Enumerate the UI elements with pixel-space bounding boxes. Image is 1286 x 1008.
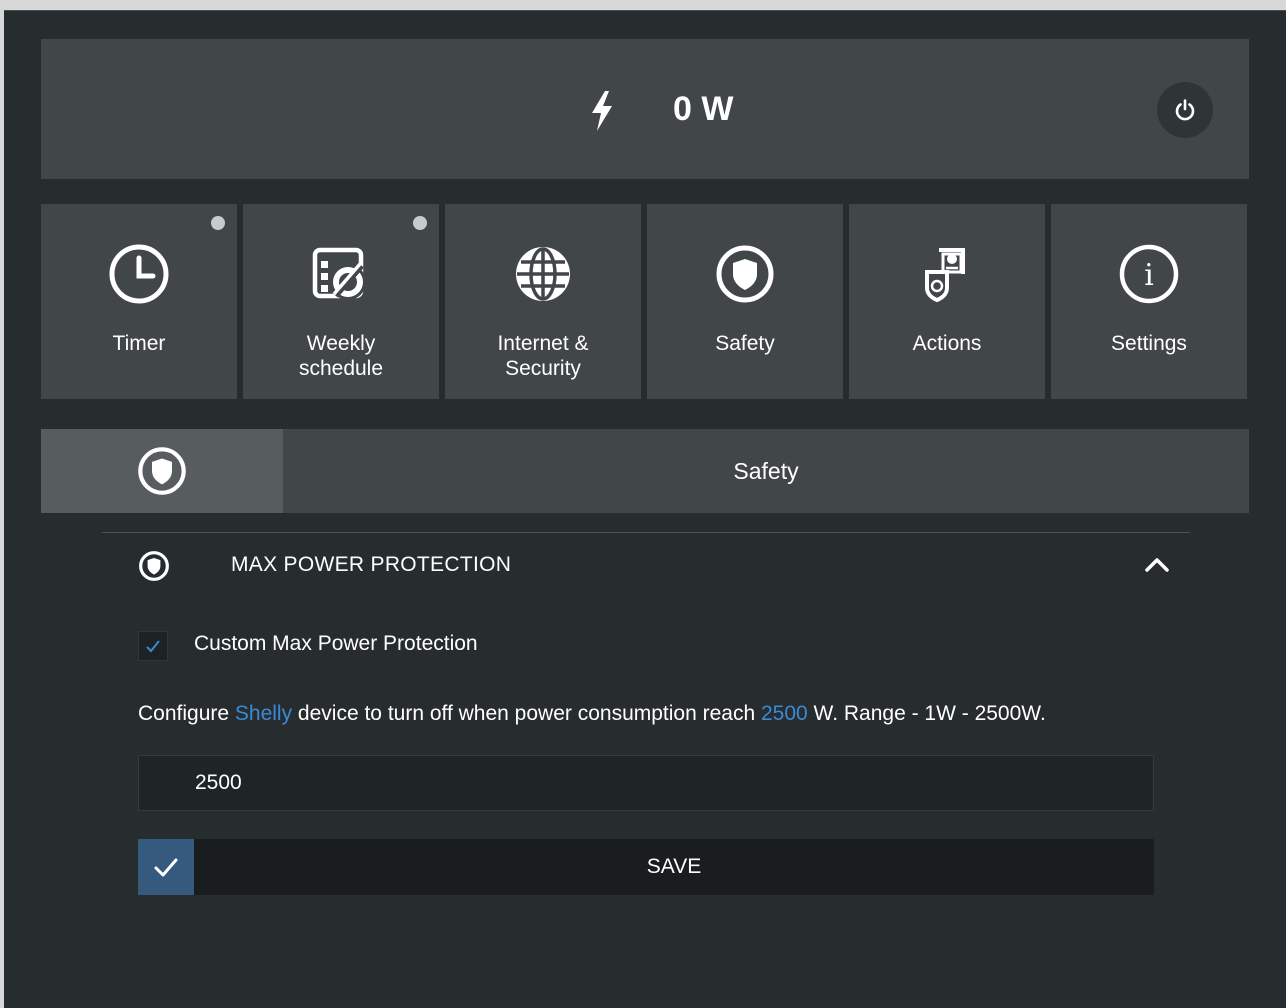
lightning-bolt-icon bbox=[592, 91, 612, 131]
power-icon bbox=[1175, 99, 1195, 121]
device-name: Shelly bbox=[234, 702, 293, 725]
checkmark-icon bbox=[146, 640, 160, 653]
shield-icon bbox=[139, 551, 169, 581]
section-header: Safety bbox=[41, 429, 1249, 513]
checkmark-icon bbox=[154, 858, 178, 877]
power-reading: 0 W bbox=[673, 90, 734, 128]
weekly-schedule-icon bbox=[312, 247, 366, 300]
power-header: 0 W bbox=[41, 39, 1249, 179]
save-button[interactable]: SAVE bbox=[138, 839, 1154, 895]
chevron-up-icon[interactable] bbox=[1142, 553, 1172, 575]
tile-internet-security[interactable]: Internet & Security bbox=[445, 204, 641, 399]
checkbox-label: Custom Max Power Protection bbox=[194, 632, 478, 655]
save-label: SAVE bbox=[646, 855, 702, 878]
shield-icon bbox=[138, 447, 186, 495]
description-middle: device to turn off when power consumptio… bbox=[292, 702, 761, 725]
max-power-value: 2500 bbox=[760, 702, 808, 725]
max-power-input[interactable] bbox=[138, 755, 1154, 811]
actions-icon bbox=[925, 248, 965, 303]
tile-actions[interactable]: Actions bbox=[849, 204, 1045, 399]
tile-weekly-schedule[interactable]: Weekly schedule bbox=[243, 204, 439, 399]
description-suffix: W. Range - 1W - 2500W. bbox=[807, 702, 1046, 725]
tile-label: Settings bbox=[1111, 332, 1187, 355]
max-power-panel: MAX POWER PROTECTION Custom Max Power Pr… bbox=[102, 532, 1190, 895]
tile-label: Safety bbox=[715, 332, 775, 355]
tile-label: Internet & Security bbox=[497, 332, 589, 380]
globe-icon bbox=[516, 247, 570, 301]
tile-label: Timer bbox=[112, 332, 166, 355]
svg-text:i: i bbox=[1144, 258, 1154, 293]
max-power-description: Configure Shelly device to turn off when… bbox=[138, 701, 1046, 727]
save-check-cell bbox=[138, 839, 194, 895]
tile-settings[interactable]: i Settings bbox=[1051, 204, 1247, 399]
section-title: Safety bbox=[733, 458, 799, 484]
custom-max-power-checkbox[interactable] bbox=[138, 631, 168, 661]
info-icon: i bbox=[1119, 244, 1179, 304]
description-prefix: Configure bbox=[138, 702, 235, 725]
tile-safety[interactable]: Safety bbox=[647, 204, 843, 399]
clock-icon bbox=[109, 244, 169, 304]
max-power-accordion-header[interactable]: MAX POWER PROTECTION bbox=[102, 533, 1190, 595]
tile-label: Weekly schedule bbox=[298, 332, 384, 380]
indicator-dot bbox=[211, 216, 225, 230]
accordion-title: MAX POWER PROTECTION bbox=[231, 553, 512, 576]
feature-tiles: Timer Weekly schedule Internet & Securit… bbox=[41, 204, 1249, 399]
shield-icon bbox=[716, 245, 774, 303]
tile-label: Actions bbox=[912, 332, 982, 355]
app-window: 0 W Timer Weekly schedule Internet & Sec… bbox=[4, 10, 1286, 1008]
tile-timer[interactable]: Timer bbox=[41, 204, 237, 399]
power-toggle-button[interactable] bbox=[1157, 82, 1213, 138]
indicator-dot bbox=[413, 216, 427, 230]
section-icon-cell bbox=[41, 429, 283, 513]
